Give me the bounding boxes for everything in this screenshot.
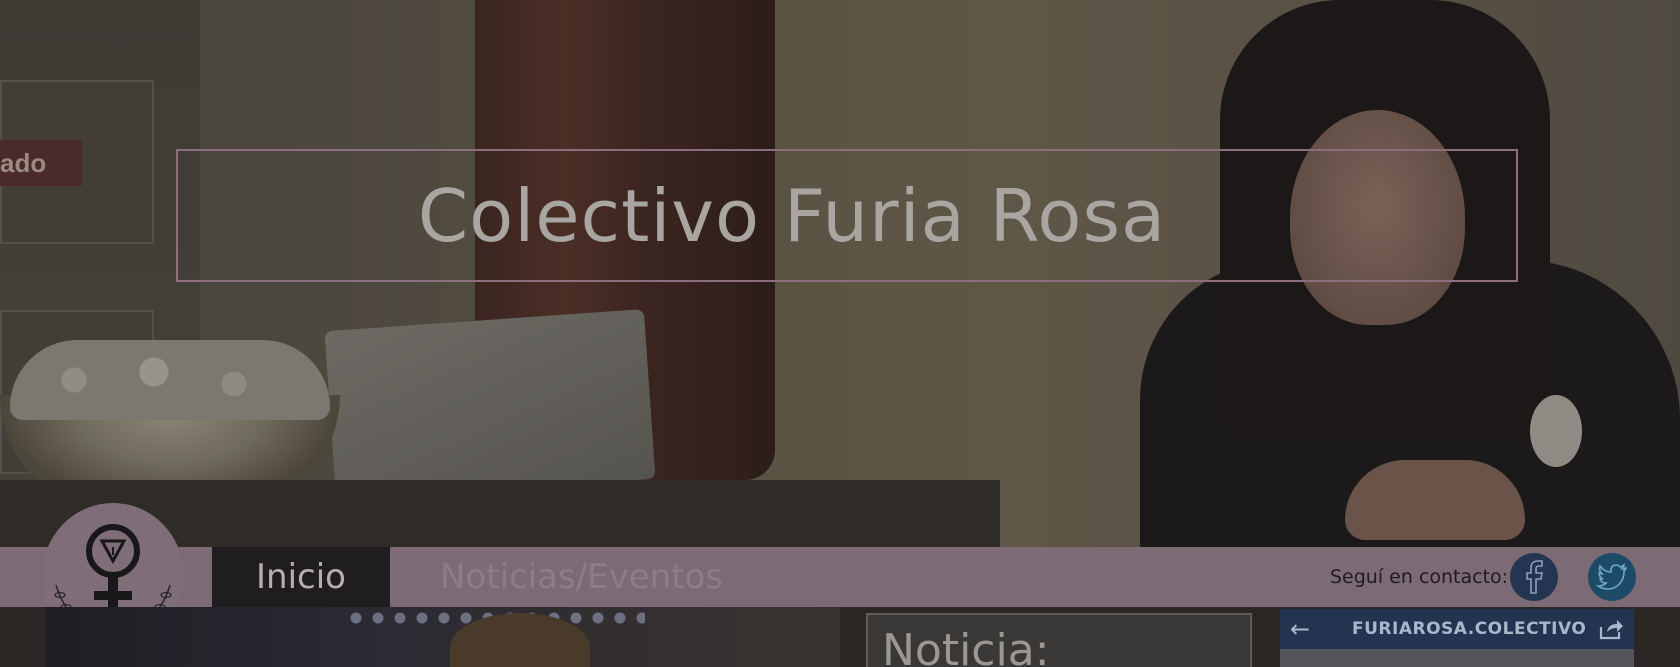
hero-papers [324,309,656,501]
facebook-widget-body [1280,649,1634,667]
facebook-page-widget[interactable]: ← FURIAROSA.COLECTIVO [1280,609,1634,667]
hero-popcorn [10,340,330,420]
site-title-frame: Colectivo Furia Rosa [176,149,1518,282]
nav-item-noticias-eventos[interactable]: Noticias/Eventos [440,547,723,607]
featured-photo[interactable] [45,607,840,667]
share-icon[interactable] [1598,617,1624,641]
news-card[interactable]: Noticia: [866,613,1252,667]
contact-label: Seguí en contacto: [1330,566,1509,588]
twitter-link[interactable] [1588,553,1636,601]
hero-badge [1530,395,1582,467]
nav-item-inicio[interactable]: Inicio [212,547,390,607]
facebook-icon [1526,560,1543,594]
arrow-left-icon[interactable]: ← [1290,615,1310,643]
site-title: Colectivo Furia Rosa [417,173,1167,258]
hero-person-arm [1345,460,1525,540]
facebook-page-name[interactable]: FURIAROSA.COLECTIVO [1352,609,1586,649]
facebook-link[interactable] [1510,553,1558,601]
news-title: Noticia: [882,625,1050,667]
twitter-icon [1595,563,1627,590]
hero-sign: ado [0,140,82,186]
facebook-widget-header: ← FURIAROSA.COLECTIVO [1280,609,1634,649]
main-navbar: Inicio Noticias/Eventos Seguí en contact… [0,547,1680,607]
